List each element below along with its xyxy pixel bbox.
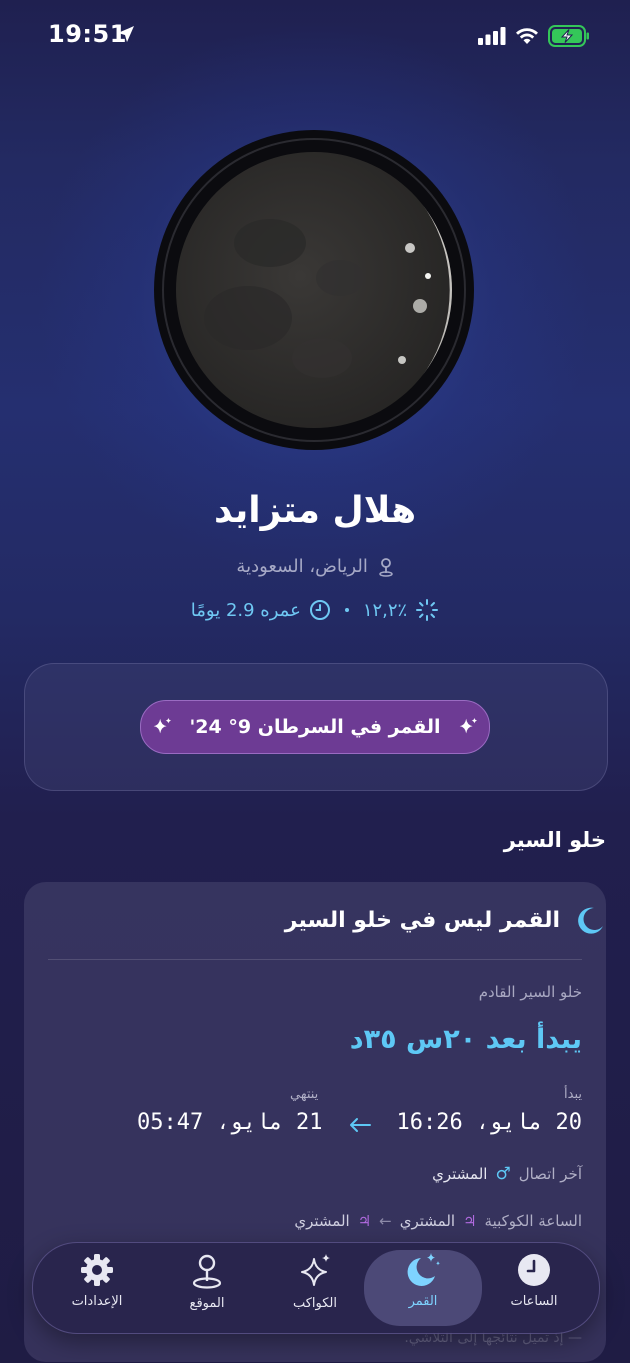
- tab-settings[interactable]: الإعدادات: [47, 1252, 147, 1324]
- next-void-label: خلو السير القادم: [478, 983, 582, 1001]
- tab-moon-label: القمر: [408, 1294, 438, 1309]
- illumination-stat: ٪١٢,٢: [363, 598, 439, 622]
- tab-planets-label: الكواكب: [292, 1296, 338, 1311]
- tab-moon[interactable]: القمر: [364, 1250, 482, 1326]
- tab-planets[interactable]: الكواكب: [265, 1252, 365, 1324]
- next-void-countdown: يبدأ بعد ٢٠س ٣٥د: [349, 1024, 582, 1055]
- planetary-hour-from: المشتري: [399, 1212, 456, 1230]
- mars-glyph-icon: ♂: [495, 1164, 511, 1184]
- illumination-text: ٪١٢,٢: [362, 599, 408, 621]
- tab-hours-label: الساعات: [510, 1294, 558, 1309]
- age-text: عمره 2.9 يومًا: [190, 599, 301, 621]
- location-arrow-icon: [118, 26, 134, 42]
- clock-icon: [518, 1254, 550, 1286]
- sparkles-icon: [301, 1254, 330, 1286]
- ends-label: ينتهي: [290, 1087, 319, 1102]
- location-text: الرياض، السعودية: [236, 556, 368, 577]
- sparkle-icon: [459, 717, 477, 734]
- last-contact-planet: المشتري: [432, 1165, 488, 1183]
- location-row: الرياض، السعودية: [0, 556, 630, 577]
- last-contact-row: آخر اتصال ♂ المشتري: [432, 1164, 582, 1184]
- divider: [48, 959, 582, 960]
- tab-hours[interactable]: الساعات: [484, 1252, 584, 1324]
- cellular-signal-icon: [478, 27, 506, 45]
- planetary-hour-to: المشتري: [294, 1212, 350, 1230]
- begins-value: 20 مايو، 16:26: [396, 1110, 582, 1135]
- void-status-text: القمر ليس في خلو السير: [284, 907, 560, 933]
- void-section-title: خلو السير: [503, 828, 606, 852]
- arrow-left-icon: ←: [379, 1212, 392, 1230]
- moon-phase-title: هلال متزايد: [213, 490, 417, 531]
- void-status-row: القمر ليس في خلو السير: [285, 904, 606, 936]
- separator-dot: [344, 608, 349, 612]
- gear-icon: [81, 1254, 113, 1286]
- tab-location[interactable]: الموقع: [157, 1252, 257, 1324]
- jupiter-glyph-icon: ♃: [357, 1212, 372, 1230]
- jupiter-glyph-icon: ♃: [463, 1212, 477, 1230]
- zodiac-text: القمر في السرطان 9° 24': [189, 716, 441, 738]
- zodiac-pill[interactable]: القمر في السرطان 9° 24': [140, 700, 490, 754]
- moon-phase-image: [152, 128, 476, 452]
- moon-stars-icon: [407, 1253, 440, 1286]
- ends-value: 21 مايو، 05:47: [137, 1110, 323, 1135]
- crescent-moon-icon: [578, 907, 603, 934]
- sparkle-icon: [154, 717, 172, 734]
- wifi-icon: [516, 28, 538, 44]
- moon-stats-row: ٪١٢,٢ عمره 2.9 يومًا: [0, 598, 630, 622]
- age-stat: عمره 2.9 يومًا: [191, 599, 331, 621]
- status-bar: 19:51: [0, 0, 630, 72]
- tab-location-label: الموقع: [189, 1296, 225, 1311]
- tab-settings-label: الإعدادات: [71, 1294, 123, 1309]
- arrow-left-icon: [350, 1118, 371, 1132]
- planetary-hour-row: الساعة الكوكبية ♃ المشتري ← ♃ المشتري: [294, 1212, 582, 1230]
- clock-icon: [309, 600, 330, 620]
- location-pin-icon: [378, 558, 393, 577]
- battery-charging-icon: [548, 25, 589, 47]
- location-pin-icon: [192, 1254, 222, 1289]
- begins-label: يبدأ: [564, 1087, 582, 1102]
- last-contact-label: آخر اتصال: [518, 1165, 582, 1183]
- planetary-hour-label: الساعة الكوكبية: [484, 1212, 582, 1230]
- illumination-icon: [416, 599, 439, 621]
